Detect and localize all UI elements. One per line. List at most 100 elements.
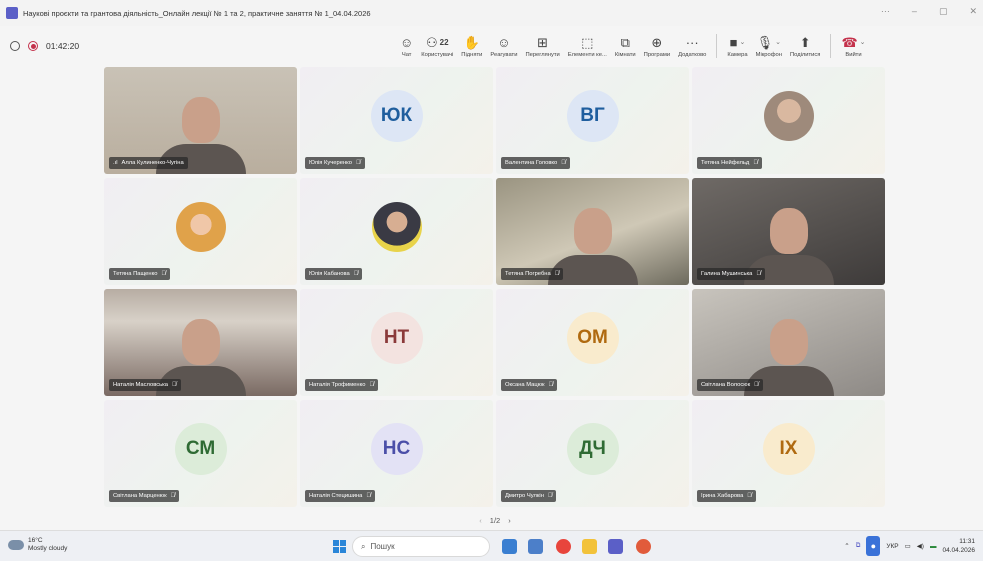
weather-widget[interactable]: 16°C Mostly cloudy	[8, 537, 67, 553]
participant-name-tag: .ıl Алла Кулиненко-Чугіна	[109, 157, 188, 169]
files-app-icon[interactable]	[502, 539, 517, 554]
mic-muted-icon: 🎙̸	[754, 382, 759, 388]
raise-hand-button[interactable]: ✋ Підняти	[457, 26, 486, 66]
participant-tile[interactable]: ДЧ Дмитро Чулкін 🎙̸	[496, 400, 689, 507]
participant-name-tag: Оксана Мацюк 🎙̸	[501, 379, 558, 391]
avatar-initials: НТ	[370, 311, 423, 364]
hand-icon: ✋	[463, 35, 480, 50]
mic-muted-icon: 🎙̸	[170, 493, 176, 499]
participant-tile[interactable]: Галина Мушинська 🎙̸	[692, 178, 885, 285]
camera-button[interactable]: ■ ⌄ Камера	[723, 26, 751, 66]
participant-name: Світлана Волосюк	[701, 382, 751, 388]
participant-tile[interactable]: ОМ Оксана Мацюк 🎙̸	[496, 289, 689, 396]
participant-tile[interactable]: Світлана Волосюк 🎙̸	[692, 289, 885, 396]
people-button[interactable]: ⚇ 22 Користувачі	[417, 26, 457, 66]
participant-tile[interactable]: СМ Світлана Марценюк 🎙̸	[104, 400, 297, 507]
mic-muted-icon: 🎙̸	[356, 160, 361, 166]
controls-icon: ⬚	[581, 35, 594, 50]
minimize-button[interactable]: –	[912, 6, 917, 17]
chevron-down-icon[interactable]: ⌄	[860, 35, 866, 51]
participant-tile[interactable]: .ıl Алла Кулиненко-Чугіна	[104, 67, 297, 174]
share-button[interactable]: ⬆ Поділитися	[786, 26, 825, 66]
system-tray: ⌃ ⧉ ● УКР ▭ ◀) ▬ 11:31 04.04.2026	[844, 536, 975, 556]
participant-figure	[181, 96, 220, 143]
participant-name: Тетяна Нейфельд	[701, 160, 750, 166]
mic-button[interactable]: 🎙 ⌄ Мікрофон	[752, 26, 786, 66]
avatar-initials: ОМ	[566, 311, 619, 364]
mic-muted-icon: 🎙̸	[548, 382, 554, 388]
weather-condition: Mostly cloudy	[28, 545, 68, 552]
participant-tile[interactable]: Тетяна Нейфельд 🎙̸	[692, 67, 885, 174]
apps-button[interactable]: ⊕ Програми	[640, 26, 674, 66]
view-button[interactable]: ⊞ Переглянути	[521, 26, 563, 66]
toolbar-divider	[830, 34, 832, 58]
mic-muted-icon: 🎙̸	[369, 382, 374, 388]
more-button[interactable]: ··· Додатково	[674, 26, 710, 66]
rooms-button[interactable]: ⧉ Кімнати	[611, 26, 640, 66]
participant-name-tag: Наталія Стецишина 🎙̸	[305, 490, 375, 502]
participant-tile[interactable]: Наталія Масловська 🎙̸	[104, 289, 297, 396]
store-app-icon[interactable]	[528, 539, 543, 554]
controls-button[interactable]: ⬚ Елементи ке...	[564, 26, 611, 66]
clock[interactable]: 11:31 04.04.2026	[942, 537, 975, 555]
recording-indicator: 01:42:20	[10, 41, 79, 51]
participant-name: Юлія Кучеренко	[309, 160, 353, 166]
paint-app-icon[interactable]	[636, 539, 651, 554]
participant-tile[interactable]: Юлія Кабанова 🎙̸	[300, 178, 493, 285]
chevron-down-icon[interactable]: ⌄	[740, 35, 746, 51]
close-button[interactable]: ✕	[969, 6, 977, 17]
meeting-timer: 01:42:20	[46, 41, 80, 51]
teams-tray-icon[interactable]: ⧉	[856, 542, 861, 550]
teams-app-icon[interactable]	[608, 539, 623, 554]
previous-page-button[interactable]: ‹	[479, 516, 482, 525]
participant-figure	[769, 318, 808, 365]
toolbar-actions: ☺ Чат ⚇ 22 Користувачі ✋ Підняти ☺ Реагув…	[396, 26, 870, 66]
people-icon: ⚇	[426, 35, 438, 50]
start-button[interactable]	[333, 540, 346, 553]
participant-count: 22	[439, 38, 449, 47]
avatar-initials: ЮК	[370, 89, 423, 142]
shield-icon	[10, 41, 20, 51]
participant-tile[interactable]: НТ Наталія Трофименко 🎙̸	[300, 289, 493, 396]
participant-tile[interactable]: Тетяна Пащенко 🎙̸	[104, 178, 297, 285]
participant-tile[interactable]: ІХ Ірина Хабарова 🎙̸	[692, 400, 885, 507]
language-indicator[interactable]: УКР	[886, 543, 898, 550]
participant-name-tag: Галина Мушинська 🎙̸	[697, 268, 765, 280]
avatar-initials: СМ	[174, 422, 227, 475]
grid-pager: ‹ 1/2 ›	[470, 513, 520, 527]
participant-grid: .ıl Алла Кулиненко-Чугіна ЮК Юлія Кучеренко…	[104, 67, 886, 510]
participant-name: Наталія Трофименко	[309, 382, 366, 388]
plus-icon: ⊕	[651, 35, 663, 50]
chrome-app-icon[interactable]	[556, 539, 571, 554]
react-button[interactable]: ☺ Реагувати	[486, 26, 521, 66]
participant-name-tag: Наталія Масловська 🎙̸	[109, 379, 181, 391]
participant-figure	[769, 207, 808, 254]
participant-figure	[573, 207, 612, 254]
mic-muted-icon: 🎙̸	[161, 271, 166, 277]
participant-tile[interactable]: ВГ Валентина Головко 🎙̸	[496, 67, 689, 174]
participant-tile[interactable]: Тетяна Погребна 🎙̸	[496, 178, 689, 285]
chevron-up-icon[interactable]: ⌃	[844, 542, 849, 550]
chat-icon: ☺	[400, 35, 414, 50]
participant-tile[interactable]: НС Наталія Стецишина 🎙̸	[300, 400, 493, 507]
participant-name: Світлана Марценюк	[113, 493, 167, 499]
taskbar-search[interactable]: ⌕ Пошук	[352, 536, 490, 557]
microphone-icon: 🎙	[756, 35, 774, 50]
leave-button[interactable]: ☎ ⌄ Вийти	[837, 26, 869, 66]
participant-tile[interactable]: ЮК Юлія Кучеренко 🎙̸	[300, 67, 493, 174]
participant-name-tag: Юлія Кабанова 🎙̸	[305, 268, 363, 280]
maximize-button[interactable]: ▢	[939, 6, 948, 17]
participant-name: Тетяна Погребна	[505, 271, 551, 277]
participant-name: Наталія Стецишина	[309, 493, 363, 499]
participant-name: Юлія Кабанова	[309, 271, 350, 277]
chat-button[interactable]: ☺ Чат	[396, 26, 417, 66]
chevron-down-icon[interactable]: ⌄	[775, 35, 781, 51]
network-icon[interactable]: ▭	[905, 542, 911, 550]
more-options-icon[interactable]: ···	[881, 6, 890, 17]
participant-name-tag: Тетяна Погребна 🎙̸	[501, 268, 564, 280]
microphone-icon[interactable]: ●	[866, 536, 881, 556]
folder-app-icon[interactable]	[582, 539, 597, 554]
volume-icon[interactable]: ◀)	[917, 542, 924, 550]
next-page-button[interactable]: ›	[508, 516, 511, 525]
battery-icon[interactable]: ▬	[930, 543, 937, 550]
